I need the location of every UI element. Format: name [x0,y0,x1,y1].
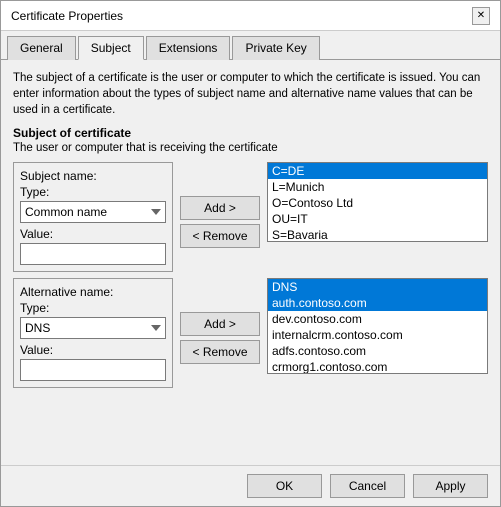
alt-type-select[interactable]: DNS Email UPN IP Address URL [20,317,166,339]
subject-of-certificate-label: Subject of certificate [13,126,488,140]
subject-name-group-title: Subject name: [20,169,166,183]
list-item[interactable]: internalcrm.contoso.com [268,327,487,343]
subject-type-select[interactable]: Common name Organization Organizational … [20,201,166,223]
dialog-footer: OK Cancel Apply [1,465,500,506]
alt-type-label: Type: [20,301,166,315]
list-item[interactable]: S=Bavaria [268,227,487,242]
alternative-buttons: Add > < Remove [179,278,261,388]
list-item[interactable]: crmorg1.contoso.com [268,359,487,374]
subject-remove-button[interactable]: < Remove [180,224,260,248]
tab-bar: General Subject Extensions Private Key [1,31,500,60]
alt-name-group-title: Alternative name: [20,285,166,299]
subject-value-label: Value: [20,227,166,241]
list-item-dns-header[interactable]: DNS [268,279,487,295]
subject-name-group: Subject name: Type: Common name Organiza… [13,162,173,272]
dialog-content: The subject of a certificate is the user… [1,60,500,465]
close-button[interactable]: ✕ [472,7,490,25]
list-item[interactable]: O=Contoso Ltd [268,195,487,211]
tab-private-key[interactable]: Private Key [232,36,319,60]
dialog-title: Certificate Properties [11,9,123,23]
description-text: The subject of a certificate is the user… [13,70,488,118]
subject-name-list-container: C=DE L=Munich O=Contoso Ltd OU=IT S=Bava… [267,162,488,272]
tab-subject[interactable]: Subject [78,36,144,60]
apply-button[interactable]: Apply [413,474,488,498]
subject-add-button[interactable]: Add > [180,196,260,220]
subject-buttons: Add > < Remove [179,162,261,272]
subject-name-row: Subject name: Type: Common name Organiza… [13,162,488,272]
subject-type-label: Type: [20,185,166,199]
list-item[interactable]: C=DE [268,163,487,179]
list-item[interactable]: adfs.contoso.com [268,343,487,359]
alt-value-label: Value: [20,343,166,357]
alternative-name-row: Alternative name: Type: DNS Email UPN IP… [13,278,488,388]
tab-general[interactable]: General [7,36,76,60]
alternative-name-list-container: DNS auth.contoso.com dev.contoso.com int… [267,278,488,388]
alternative-name-list[interactable]: DNS auth.contoso.com dev.contoso.com int… [267,278,488,374]
list-item[interactable]: auth.contoso.com [268,295,487,311]
subject-value-input[interactable] [20,243,166,265]
alt-add-button[interactable]: Add > [180,312,260,336]
ok-button[interactable]: OK [247,474,322,498]
list-item[interactable]: L=Munich [268,179,487,195]
alternative-name-group: Alternative name: Type: DNS Email UPN IP… [13,278,173,388]
alt-value-input[interactable] [20,359,166,381]
list-item[interactable]: dev.contoso.com [268,311,487,327]
title-bar: Certificate Properties ✕ [1,1,500,31]
tab-extensions[interactable]: Extensions [146,36,231,60]
alt-remove-button[interactable]: < Remove [180,340,260,364]
list-item[interactable]: OU=IT [268,211,487,227]
subject-sublabel: The user or computer that is receiving t… [13,142,488,154]
cancel-button[interactable]: Cancel [330,474,405,498]
certificate-properties-dialog: Certificate Properties ✕ General Subject… [0,0,501,507]
subject-name-list[interactable]: C=DE L=Munich O=Contoso Ltd OU=IT S=Bava… [267,162,488,242]
